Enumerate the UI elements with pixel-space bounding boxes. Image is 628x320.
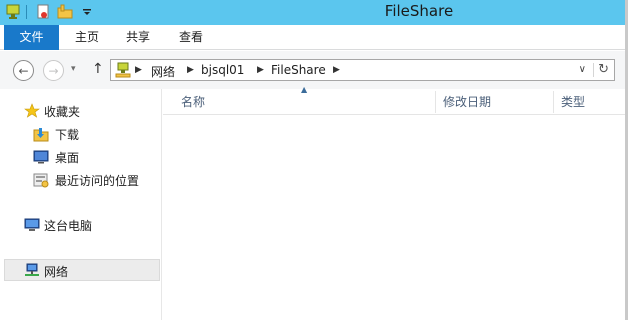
recent-locations-dropdown[interactable]: ▾ — [71, 64, 76, 74]
up-button[interactable]: ↑ — [92, 61, 104, 77]
forward-arrow-icon: → — [48, 63, 59, 78]
tab-view[interactable]: 查看 — [172, 25, 210, 50]
column-header-type[interactable]: 类型 — [553, 89, 628, 115]
address-dropdown-icon[interactable]: ∨ — [579, 64, 586, 75]
column-header-name[interactable]: 名称 — [173, 89, 435, 115]
sidebar-item-label: 桌面 — [55, 151, 80, 165]
back-arrow-icon: ← — [18, 63, 29, 78]
sidebar-item-this-pc[interactable]: 这台电脑 — [0, 214, 160, 236]
breadcrumb-chevron-icon[interactable]: ▶ — [135, 65, 142, 75]
column-header-modified[interactable]: 修改日期 — [435, 89, 553, 115]
title-bar: FileShare — [0, 0, 628, 25]
sidebar-item-label: 下载 — [55, 128, 80, 142]
column-header-row: ▲ 名称 修改日期 类型 — [163, 85, 628, 115]
refresh-icon[interactable]: ↻ — [598, 62, 609, 77]
sidebar-item-favorites[interactable]: 收藏夹 — [0, 100, 160, 122]
navigation-pane: 收藏夹 下载 桌面 最近访问的位置 这台电脑 网络 — [0, 89, 162, 320]
recent-places-icon — [33, 172, 49, 188]
back-button[interactable]: ← — [13, 60, 34, 81]
breadcrumb-chevron-icon[interactable]: ▶ — [257, 65, 264, 75]
address-bar[interactable]: ▶ 网络 ▶ bjsql01 ▶ FileShare ▶ ∨ ↻ — [110, 59, 615, 81]
tab-file[interactable]: 文件 — [4, 25, 59, 50]
forward-button[interactable]: → — [43, 60, 64, 81]
sidebar-item-label: 网络 — [44, 265, 69, 279]
network-folder-icon — [115, 62, 131, 78]
breadcrumb-chevron-icon[interactable]: ▶ — [187, 65, 194, 75]
breadcrumb-server[interactable]: bjsql01 — [201, 63, 244, 77]
ribbon: 文件 主页 共享 查看 — [0, 25, 628, 50]
sidebar-item-label: 收藏夹 — [44, 105, 81, 119]
download-folder-icon — [33, 126, 49, 142]
sidebar-item-label: 这台电脑 — [44, 219, 93, 233]
navigation-bar: ← → ▾ ↑ ▶ 网络 ▶ bjsql01 ▶ FileShare ▶ ∨ ↻ — [0, 51, 628, 89]
sidebar-item-recent-places[interactable]: 最近访问的位置 — [0, 169, 160, 191]
sidebar-item-desktop[interactable]: 桌面 — [0, 146, 160, 168]
breadcrumb-share[interactable]: FileShare — [271, 63, 326, 77]
tab-share[interactable]: 共享 — [119, 25, 157, 50]
file-list-pane[interactable]: ▲ 名称 修改日期 类型 — [163, 85, 628, 320]
star-icon — [24, 103, 40, 119]
breadcrumb-chevron-icon[interactable]: ▶ — [333, 65, 340, 75]
network-icon — [24, 263, 40, 279]
tab-home[interactable]: 主页 — [68, 25, 106, 50]
address-divider — [593, 63, 594, 77]
sidebar-item-label: 最近访问的位置 — [55, 174, 140, 188]
desktop-icon — [33, 149, 49, 165]
breadcrumb-network[interactable]: 网络 — [151, 63, 175, 80]
computer-icon — [24, 217, 40, 233]
sidebar-item-downloads[interactable]: 下载 — [0, 123, 160, 145]
window-title: FileShare — [384, 2, 454, 20]
sidebar-item-network[interactable]: 网络 — [4, 259, 160, 281]
